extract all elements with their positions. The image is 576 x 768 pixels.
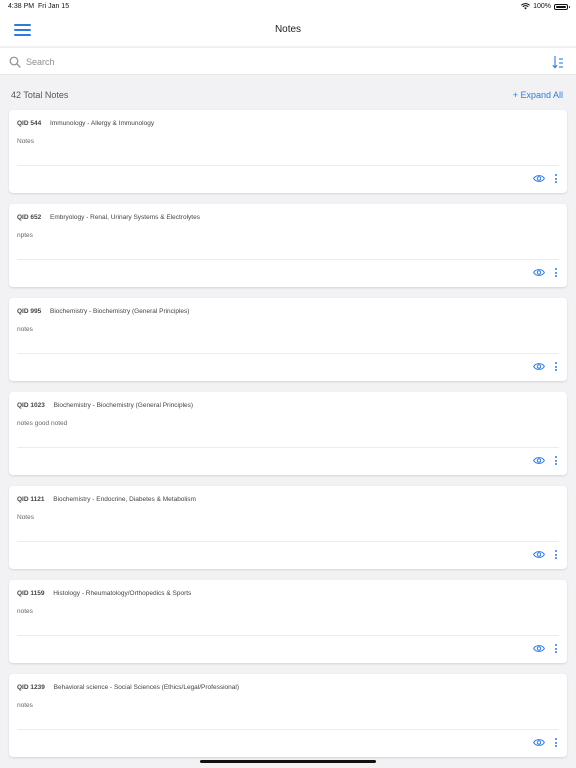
note-card[interactable]: QID 1023 Biochemistry - Biochemistry (Ge… [9, 392, 567, 475]
note-header: QID 652 Embryology - Renal, Urinary Syst… [17, 214, 200, 221]
note-qid: QID 1121 [17, 496, 45, 503]
note-header: QID 1023 Biochemistry - Biochemistry (Ge… [17, 402, 193, 409]
eye-icon[interactable] [533, 456, 545, 465]
divider [17, 729, 559, 730]
note-card[interactable]: QID 544 Immunology - Allergy & Immunolog… [9, 110, 567, 193]
divider [17, 165, 559, 166]
total-notes-count: 42 Total Notes [11, 90, 69, 100]
note-card[interactable]: QID 1239 Behavioral science - Social Sci… [9, 674, 567, 757]
note-header: QID 1239 Behavioral science - Social Sci… [17, 684, 239, 691]
eye-icon[interactable] [533, 550, 545, 559]
more-options-icon[interactable] [553, 643, 559, 654]
eye-icon[interactable] [533, 644, 545, 653]
search-input[interactable] [26, 52, 506, 72]
note-qid: QID 652 [17, 214, 42, 221]
divider [17, 259, 559, 260]
note-topic: Biochemistry - Biochemistry (General Pri… [50, 308, 190, 315]
status-date-text: Fri Jan 15 [37, 3, 70, 10]
note-topic: Behavioral science - Social Sciences (Et… [53, 684, 239, 691]
status-bar: 4:38 PM Fri Jan 15 100% [0, 0, 576, 14]
eye-icon[interactable] [533, 268, 545, 277]
note-body: notes [17, 702, 33, 709]
divider [17, 447, 559, 448]
status-time-text: 4:38 PM [8, 3, 35, 10]
battery-icon [554, 3, 570, 10]
note-card[interactable]: QID 995 Biochemistry - Biochemistry (Gen… [9, 298, 567, 381]
note-topic: Immunology - Allergy & Immunology [50, 120, 155, 127]
wifi-icon [521, 3, 531, 10]
note-card[interactable]: QID 1159 Histology - Rheumatology/Orthop… [9, 580, 567, 663]
note-body: notes [17, 608, 33, 615]
more-options-icon[interactable] [553, 267, 559, 278]
note-header: QID 544 Immunology - Allergy & Immunolog… [17, 120, 154, 127]
note-qid: QID 1239 [17, 684, 45, 691]
status-right: 100% [521, 3, 570, 10]
note-body: Notes [17, 138, 34, 145]
note-body: notes good noted [17, 420, 68, 427]
search-bar [0, 47, 576, 75]
divider [17, 541, 559, 542]
note-topic: Histology - Rheumatology/Orthopedics & S… [53, 590, 192, 597]
sort-icon[interactable] [552, 55, 564, 69]
more-options-icon[interactable] [553, 737, 559, 748]
eye-icon[interactable] [533, 362, 545, 371]
note-qid: QID 544 [17, 120, 42, 127]
note-card[interactable]: QID 1121 Biochemistry - Endocrine, Diabe… [9, 486, 567, 569]
eye-icon[interactable] [533, 174, 545, 183]
note-topic: Embryology - Renal, Urinary Systems & El… [50, 214, 200, 221]
note-card[interactable]: QID 652 Embryology - Renal, Urinary Syst… [9, 204, 567, 287]
home-indicator [200, 760, 376, 763]
page-title: Notes [274, 24, 302, 35]
more-options-icon[interactable] [553, 455, 559, 466]
note-topic: Biochemistry - Endocrine, Diabetes & Met… [53, 496, 196, 503]
nav-bar: Notes [0, 14, 576, 46]
expand-all-button[interactable]: + Expand All [513, 90, 563, 100]
note-topic: Biochemistry - Biochemistry (General Pri… [53, 402, 194, 409]
note-header: QID 1121 Biochemistry - Endocrine, Diabe… [17, 496, 196, 503]
note-qid: QID 1159 [17, 590, 45, 597]
status-time: 4:38 PM Fri Jan 15 [8, 3, 69, 10]
note-qid: QID 1023 [17, 402, 45, 409]
more-options-icon[interactable] [553, 549, 559, 560]
divider [17, 635, 559, 636]
eye-icon[interactable] [533, 738, 545, 747]
note-body: nptes [17, 232, 33, 239]
note-body: notes [17, 326, 33, 333]
note-body: Notes [17, 514, 34, 521]
battery-percent: 100% [533, 3, 551, 10]
more-options-icon[interactable] [553, 173, 559, 184]
note-qid: QID 995 [17, 308, 42, 315]
note-header: QID 995 Biochemistry - Biochemistry (Gen… [17, 308, 189, 315]
divider [17, 353, 559, 354]
more-options-icon[interactable] [553, 361, 559, 372]
summary-row: 42 Total Notes + Expand All [0, 88, 576, 104]
search-icon [9, 56, 21, 68]
note-header: QID 1159 Histology - Rheumatology/Orthop… [17, 590, 191, 597]
